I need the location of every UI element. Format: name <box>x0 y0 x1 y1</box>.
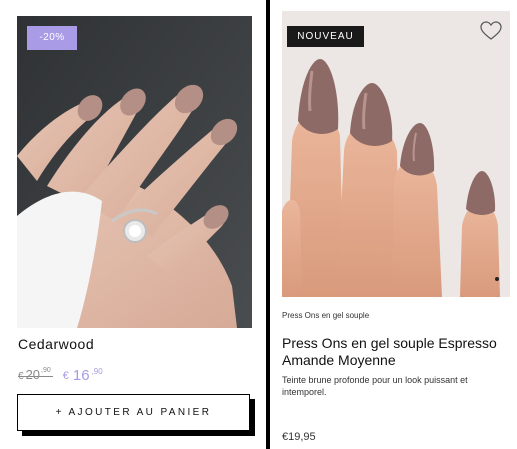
price-row: € 20 ,90 € 16 ,90 <box>18 367 103 389</box>
product-title[interactable]: Cedarwood <box>18 336 94 352</box>
product-card-cedarwood[interactable]: -20% Cedarwood € 20 ,90 € 16 ,90 + AJOUT… <box>0 0 266 449</box>
heart-icon[interactable] <box>480 21 502 41</box>
product-category: Press Ons en gel souple <box>282 311 370 320</box>
product-image[interactable]: -20% <box>17 16 252 328</box>
old-price-integer: 20 <box>25 367 41 382</box>
discount-badge: -20% <box>27 26 77 50</box>
old-price-decimal: ,90 <box>41 367 51 374</box>
carousel-dot[interactable] <box>495 277 499 281</box>
product-price: €19,95 <box>282 431 316 443</box>
product-description: Teinte brune profonde pour un look puiss… <box>282 375 468 397</box>
new-badge: NOUVEAU <box>287 26 364 47</box>
product-card-espresso[interactable]: NOUVEAU Press Ons en gel souple Press On… <box>270 0 517 449</box>
add-to-cart-button[interactable]: + AJOUTER AU PANIER <box>17 394 250 431</box>
almond-nails-photo <box>282 11 510 297</box>
old-price: € 20 ,90 <box>18 367 53 382</box>
product-title[interactable]: Press Ons en gel souple Espresso Amande … <box>282 335 514 369</box>
hand-nails-photo <box>17 16 252 328</box>
strikethrough-line <box>18 376 53 377</box>
sale-price-currency: € <box>62 370 69 382</box>
sale-price-decimal: ,90 <box>91 367 103 376</box>
sale-price-integer: 16 <box>72 367 90 384</box>
product-image[interactable]: NOUVEAU <box>282 11 510 297</box>
sale-price: € 16 ,90 <box>63 367 103 384</box>
